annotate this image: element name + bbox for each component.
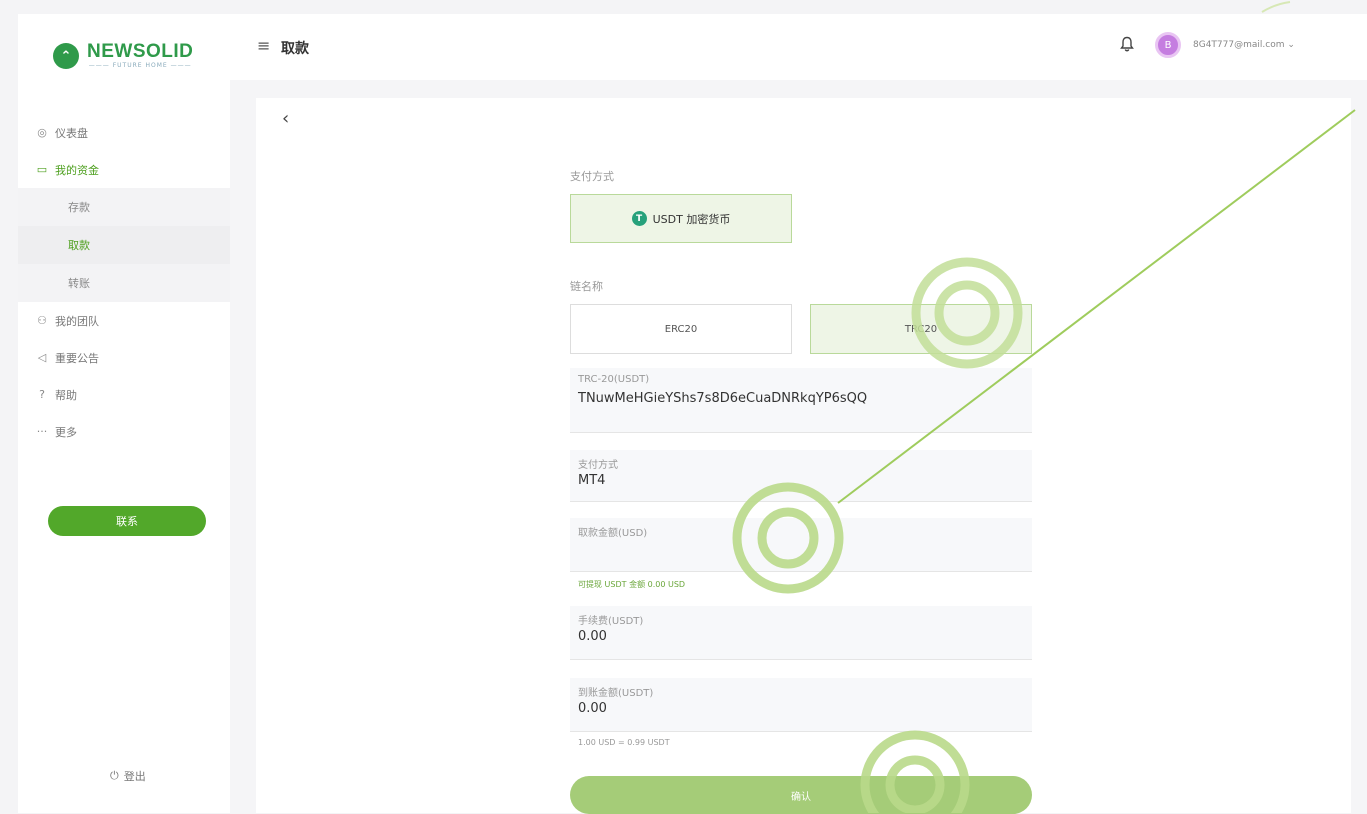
sidebar-item-dashboard[interactable]: ◎ 仪表盘 — [18, 114, 230, 151]
brand-tagline: ——— FUTURE HOME ——— — [88, 62, 192, 69]
address-value: TNuwMeHGieYShs7s8D6eCuaDNRkqYP6sQQ — [578, 391, 868, 406]
chain-name-label: 链名称 — [570, 280, 603, 293]
sidebar-item-announcements[interactable]: ◁ 重要公告 — [18, 339, 230, 376]
sidebar-item-my-funds[interactable]: ▭ 我的资金 — [18, 151, 230, 188]
logout-label: 登出 — [123, 770, 146, 783]
sidebar-subitem-deposit[interactable]: 存款 — [18, 188, 230, 226]
brand-name: NEWSOLID — [87, 41, 194, 62]
more-icon: ··· — [36, 425, 48, 438]
amount-field[interactable]: 取款金额(USD) — [570, 518, 1032, 572]
chain-option-erc20[interactable]: ERC20 — [570, 304, 792, 354]
logo[interactable]: ⌃ NEWSOLID ——— FUTURE HOME ——— — [53, 42, 193, 70]
back-arrow-icon[interactable]: ‹ — [282, 108, 289, 129]
logout-button[interactable]: ⏻ 登出 — [110, 768, 146, 784]
payment-option-label: USDT 加密货币 — [652, 212, 731, 226]
sidebar-item-label: 帮助 — [55, 388, 77, 402]
user-email-text: 8G4T777@mail.com — [1193, 40, 1285, 50]
method-label: 支付方式 — [578, 460, 618, 471]
logo-icon: ⌃ — [53, 43, 79, 69]
hamburger-menu-icon[interactable]: ≡ — [257, 36, 270, 55]
available-balance-hint: 可提现 USDT 金额 0.00 USD — [578, 580, 686, 589]
top-bar: ≡ 取款 B 8G4T777@mail.com ⌄ — [230, 14, 1367, 80]
page-title: 取款 — [281, 41, 309, 57]
chevron-down-icon: ⌄ — [1287, 40, 1295, 50]
sidebar-item-label: 重要公告 — [55, 351, 99, 365]
address-label: TRC-20(USDT) — [578, 374, 650, 385]
sidebar: ⌃ NEWSOLID ——— FUTURE HOME ——— ◎ 仪表盘 ▭ 我… — [18, 14, 230, 813]
arrival-amount-field: 到账金额(USDT) 0.00 — [570, 678, 1032, 732]
fee-label: 手续费(USDT) — [578, 616, 644, 627]
contact-button[interactable]: 联系 — [48, 506, 206, 536]
payment-option-usdt[interactable]: T USDT 加密货币 — [570, 194, 792, 243]
announcement-icon: ◁ — [37, 351, 47, 364]
withdraw-panel: ‹ 支付方式 T USDT 加密货币 链名称 ERC20 TRC20 TRC-2… — [256, 98, 1351, 814]
fee-value: 0.00 — [578, 629, 607, 644]
avatar[interactable]: B — [1155, 32, 1181, 58]
team-icon: ⚇ — [37, 314, 47, 327]
sidebar-item-label: 更多 — [55, 425, 77, 439]
sidebar-item-help[interactable]: ? 帮助 — [18, 376, 230, 413]
sidebar-item-label: 仪表盘 — [55, 126, 88, 140]
sidebar-item-label: 我的资金 — [55, 163, 99, 177]
sidebar-subitem-withdraw[interactable]: 取款 — [18, 226, 230, 264]
fee-field: 手续费(USDT) 0.00 — [570, 606, 1032, 660]
confirm-button[interactable]: 确认 — [570, 776, 1032, 814]
bell-icon[interactable] — [1120, 36, 1134, 52]
amount-label: 取款金额(USD) — [578, 528, 648, 539]
arrival-amount-label: 到账金额(USDT) — [578, 688, 654, 699]
method-value: MT4 — [578, 473, 606, 488]
method-field: 支付方式 MT4 — [570, 450, 1032, 502]
sidebar-item-label: 我的团队 — [55, 314, 99, 328]
wallet-icon: ▭ — [36, 163, 48, 176]
user-email[interactable]: 8G4T777@mail.com ⌄ — [1193, 40, 1295, 50]
exchange-rate-hint: 1.00 USD = 0.99 USDT — [578, 738, 670, 747]
tether-icon: T — [631, 211, 647, 226]
payment-method-label: 支付方式 — [570, 170, 614, 183]
sidebar-nav: ◎ 仪表盘 ▭ 我的资金 存款 取款 转账 ⚇ 我的团队 ◁ 重要公告 ? 帮助… — [18, 114, 230, 450]
help-icon: ? — [39, 388, 45, 401]
dashboard-icon: ◎ — [37, 126, 47, 139]
pointer-line-top — [1261, 1, 1291, 13]
sidebar-item-my-team[interactable]: ⚇ 我的团队 — [18, 302, 230, 339]
sidebar-subitem-transfer[interactable]: 转账 — [18, 264, 230, 302]
sidebar-item-more[interactable]: ··· 更多 — [18, 413, 230, 450]
power-icon: ⏻ — [110, 769, 119, 782]
address-field[interactable]: TRC-20(USDT) TNuwMeHGieYShs7s8D6eCuaDNRk… — [570, 368, 1032, 433]
arrival-amount-value: 0.00 — [578, 701, 607, 716]
chain-option-trc20[interactable]: TRC20 — [810, 304, 1032, 354]
